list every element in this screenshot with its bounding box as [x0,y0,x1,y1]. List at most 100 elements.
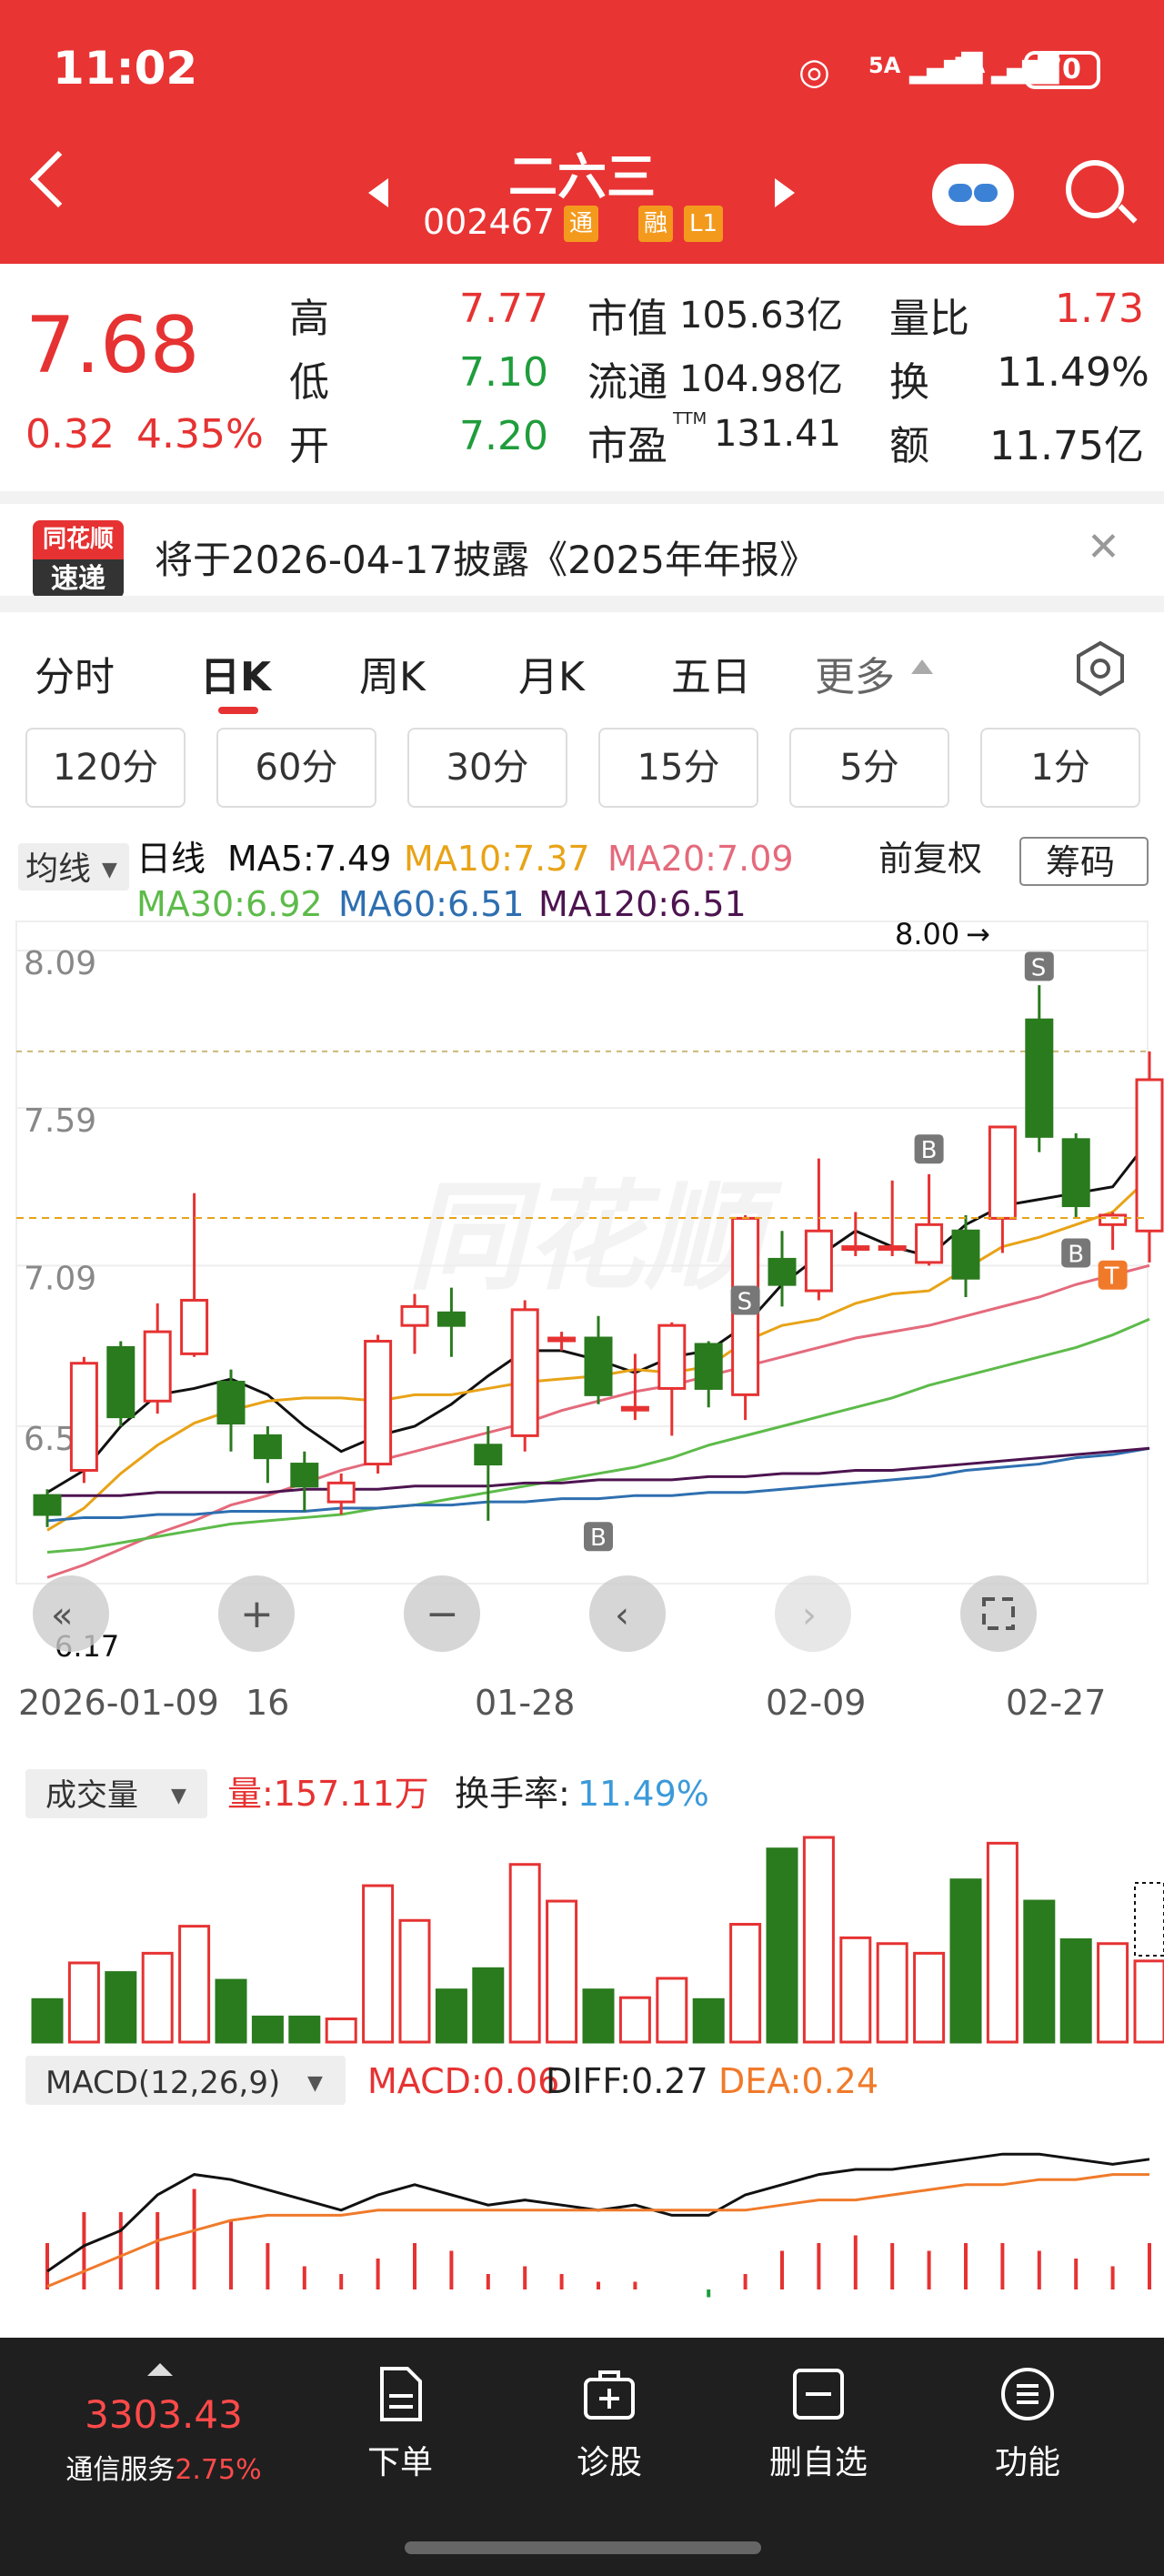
x-tick-label: 02-27 [1006,1683,1106,1723]
interval-60m[interactable]: 60分 [216,728,376,808]
fullscreen-button[interactable] [960,1575,1037,1652]
candle-body [915,1223,944,1264]
svg-text:‹: ‹ [615,1595,629,1636]
volume-bar [802,1836,835,2044]
tab-monthly-k[interactable]: 月K [518,644,585,702]
ma120-legend: MA120:6.51 [538,884,747,924]
ma30-legend: MA30:6.92 [136,884,323,924]
index-value[interactable]: 3303.43 [55,2392,273,2437]
candle-body [143,1330,172,1403]
volume-bar [618,1996,651,2044]
candle-body [1135,1078,1164,1233]
volume-bar [435,1988,467,2044]
scroll-left-button[interactable]: ‹ [589,1575,666,1652]
macd-dropdown-icon: ▼ [307,2072,323,2095]
more-arrow-icon [911,659,933,674]
notice-logo: 同花顺 速递 [33,520,124,599]
volume-value: 量:157.11万 [227,1774,429,1814]
notice-text: 将于2026-04-17披露《2025年年报》 [155,538,818,582]
nav-diagnose[interactable]: 诊股 [537,2365,682,2483]
ma60-legend: MA60:6.51 [338,884,525,924]
menu-icon [1001,2368,1054,2420]
turnover-value: 11.49% [997,349,1149,396]
macd-value: MACD:0.06 [367,2061,559,2101]
volume-bar [398,1918,431,2044]
candle-body [620,1405,649,1412]
prev-stock-button[interactable] [368,178,388,207]
ma-select-label: 均线 [25,850,91,888]
volume-ratio-label: 量比 [889,296,969,342]
candle-body [180,1298,209,1355]
tab-intraday[interactable]: 分时 [35,644,115,702]
next-stock-button[interactable] [775,178,795,207]
candle-body [106,1345,135,1419]
candle-body [584,1336,613,1396]
nav-remove-watchlist[interactable]: 删自选 [746,2365,891,2483]
status-time: 11:02 [53,42,198,95]
volume-bar [251,2015,284,2044]
pe-value: 131.41 [714,413,841,455]
volume-bar [656,1977,688,2044]
candle-body [951,1229,980,1280]
interval-15m[interactable]: 15分 [598,728,758,808]
volume-ratio-value: 1.73 [1055,286,1144,332]
turnover-rate-label: 换手率: [455,1774,570,1814]
zoom-out-button[interactable]: − [404,1575,480,1652]
volume-bar [876,1942,908,2044]
watermark: 同花顺 [407,1168,783,1306]
nav-functions[interactable]: 功能 [955,2365,1100,2483]
interval-30m[interactable]: 30分 [407,728,567,808]
interval-5m[interactable]: 5分 [789,728,949,808]
stock-name: 二六三 [508,148,656,206]
candle-body [841,1245,870,1252]
search-icon[interactable] [1066,160,1124,218]
scroll-right-button[interactable]: › [775,1575,851,1652]
interval-120m[interactable]: 120分 [25,728,186,808]
tab-daily-k[interactable]: 日K [200,644,271,702]
volume-bar [1023,1899,1056,2044]
high-label: 高 [289,296,329,342]
float-label: 流通 [587,359,667,406]
volume-bar [141,1951,174,2044]
kline-chart[interactable]: 同花顺 均线 ▼ 日线 MA5:7.49 MA10:7.37 MA20:7.09… [0,823,1164,2338]
app-header: 11:02 ◎ 5A ▂▄▆█ 5A ▂▄▆█ 70 二六三 002467 通 … [0,0,1164,264]
close-icon[interactable]: ✕ [1087,524,1120,570]
nav-functions-label: 功能 [994,2444,1060,2481]
back-button[interactable] [29,150,87,208]
float-value: 104.98亿 [679,358,843,400]
ma-dropdown-icon: ▼ [102,859,117,881]
svg-text:+: + [240,1591,274,1637]
candle-body [510,1308,539,1437]
volume-bar [105,1971,137,2044]
volume-bar [766,1847,798,2044]
home-indicator[interactable] [405,2541,761,2554]
settings-icon[interactable] [1071,639,1129,698]
volume-select-label: 成交量 [45,1777,138,1814]
tab-weekly-k[interactable]: 周K [359,644,426,702]
candle-body [804,1229,833,1293]
assistant-robot-icon[interactable] [932,164,1014,226]
candle-body [436,1311,466,1327]
x-tick-label: 01-28 [475,1683,575,1723]
turnover-rate-value: 11.49% [577,1774,709,1814]
daily-label: 日线 [136,839,206,879]
interval-1m[interactable]: 1分 [980,728,1140,808]
volume-bar [986,1841,1018,2044]
turnover-label: 换 [889,359,929,406]
ma20-legend: MA20:7.09 [607,839,794,879]
signal-icon-2: 5A [953,53,986,78]
tab-more[interactable]: 更多 [815,644,895,702]
index-pct: 2.75% [175,2454,262,2486]
candle-body [1099,1213,1128,1226]
scroll-left-fast-button[interactable]: « [33,1575,109,1652]
signal-icon-1: 5A [868,53,901,78]
nav-order[interactable]: 下单 [327,2365,473,2483]
open-value: 7.20 [459,413,548,459]
index-name[interactable]: 通信服务2.75% [36,2447,291,2487]
candle-body [1061,1138,1090,1208]
mcap-label: 市值 [587,296,667,342]
notice-banner[interactable]: 同花顺 速递 将于2026-04-17披露《2025年年报》 ✕ [0,491,1164,599]
candle-body [253,1434,282,1460]
zoom-in-button[interactable]: + [218,1575,295,1652]
tab-five-day[interactable]: 五日 [671,644,751,702]
